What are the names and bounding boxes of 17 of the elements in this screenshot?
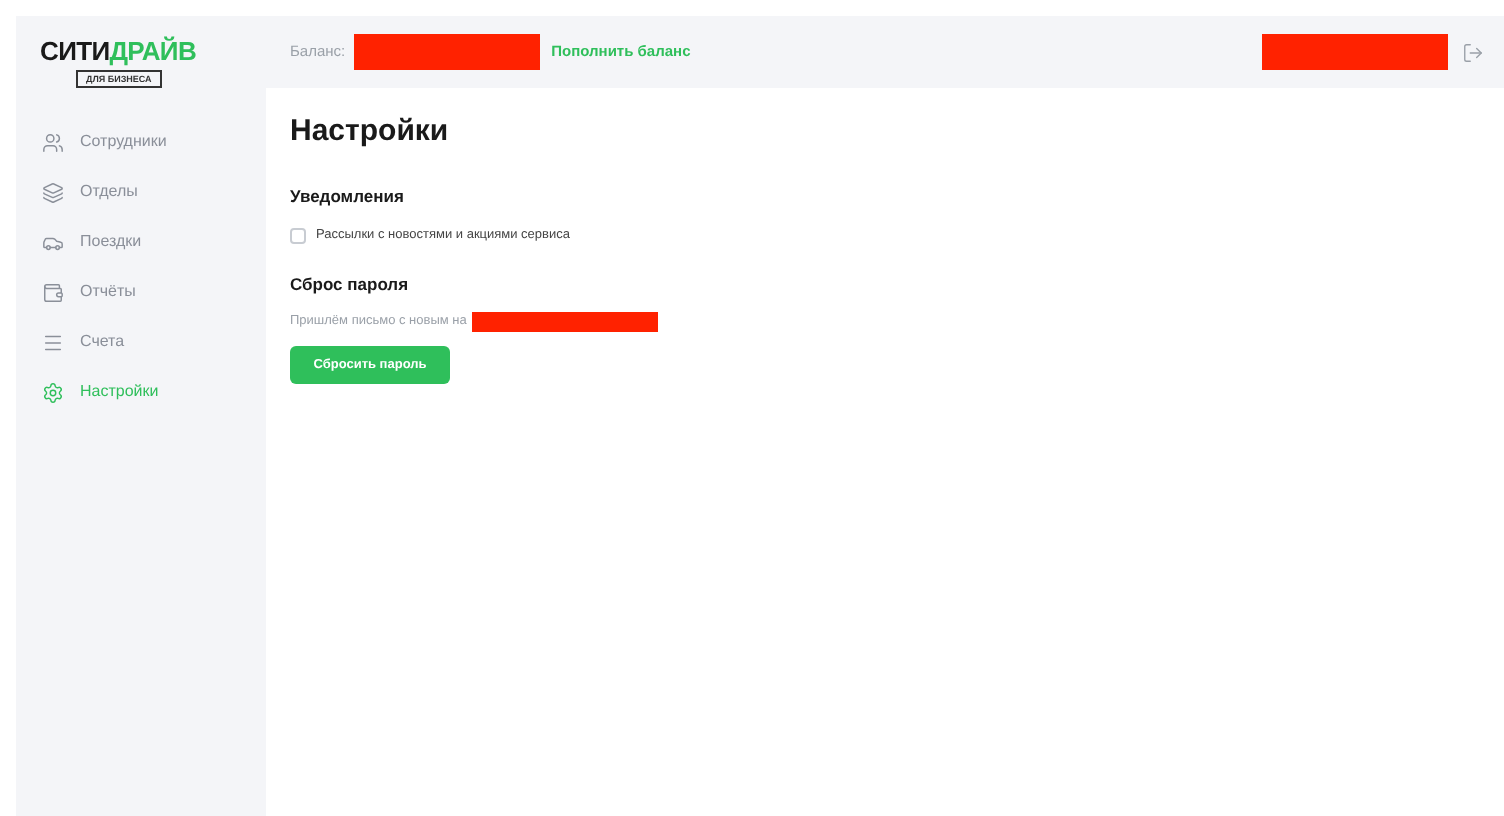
sidebar-item[interactable]: Счета: [42, 324, 266, 360]
section-heading: Уведомления: [290, 184, 406, 210]
settings-icon: [42, 381, 64, 403]
logout-icon[interactable]: [1462, 41, 1484, 63]
sidebar-item[interactable]: Сотрудники: [42, 124, 266, 160]
users-icon: [42, 131, 64, 153]
sidebar-item[interactable]: Настройки: [42, 374, 266, 410]
sidebar-item[interactable]: Поездки: [42, 224, 266, 260]
checkbox[interactable]: [290, 227, 306, 244]
section-heading: Сброс пароля: [290, 271, 411, 297]
menu-icon: [42, 331, 64, 353]
sidebar-item[interactable]: Отделы: [42, 174, 266, 210]
sidebar-item[interactable]: Отчёты: [42, 274, 266, 310]
page-title: Настройки: [290, 112, 451, 152]
logo: СИТИДРАЙВ: [40, 38, 197, 64]
layers-icon: [42, 181, 64, 203]
wallet-icon: [42, 281, 64, 303]
